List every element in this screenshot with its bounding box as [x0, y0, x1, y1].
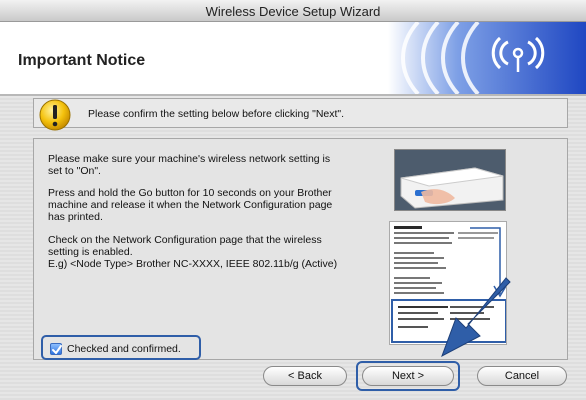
instruction-wireless-on: Please make sure your machine's wireless… [48, 153, 368, 177]
instruction-press-go: Press and hold the Go button for 10 seco… [48, 187, 368, 223]
next-button[interactable]: Next > [362, 366, 454, 386]
confirm-label[interactable]: Checked and confirmed. [67, 343, 181, 355]
wifi-brand-icon [388, 22, 586, 94]
cancel-button[interactable]: Cancel [477, 366, 567, 386]
warning-icon [38, 98, 72, 132]
confirm-checkbox[interactable] [50, 343, 62, 355]
pointer-arrow-icon [441, 277, 511, 358]
instruction-line: Please make sure your machine's wireless… [48, 153, 331, 165]
title-bar: Wireless Device Setup Wizard [0, 0, 586, 22]
instruction-line: Press and hold the Go button for 10 seco… [48, 187, 332, 199]
instruction-line: set to "On". [48, 165, 101, 177]
page-heading: Important Notice [18, 52, 146, 69]
back-button[interactable]: < Back [263, 366, 347, 386]
window-title: Wireless Device Setup Wizard [205, 4, 381, 19]
notice-box: Please confirm the setting below before … [33, 98, 568, 131]
instruction-line: machine and release it when the Network … [48, 199, 333, 211]
instruction-line: Check on the Network Configuration page … [48, 234, 322, 246]
checkmark-icon [52, 345, 62, 354]
instruction-check-config: Check on the Network Configuration page … [48, 234, 393, 270]
instruction-line: setting is enabled. [48, 246, 133, 258]
instruction-line: has printed. [48, 211, 103, 223]
notice-text: Please confirm the setting below before … [88, 108, 345, 120]
instruction-line: E.g) <Node Type> Brother NC-XXXX, IEEE 8… [48, 258, 338, 270]
confirm-highlight: Checked and confirmed. [41, 335, 201, 360]
content-area: Please confirm the setting below before … [0, 96, 586, 400]
printer-image [394, 149, 506, 211]
wizard-window: Wireless Device Setup Wizard Important N… [0, 0, 586, 400]
header-banner: Important Notice [0, 22, 586, 94]
